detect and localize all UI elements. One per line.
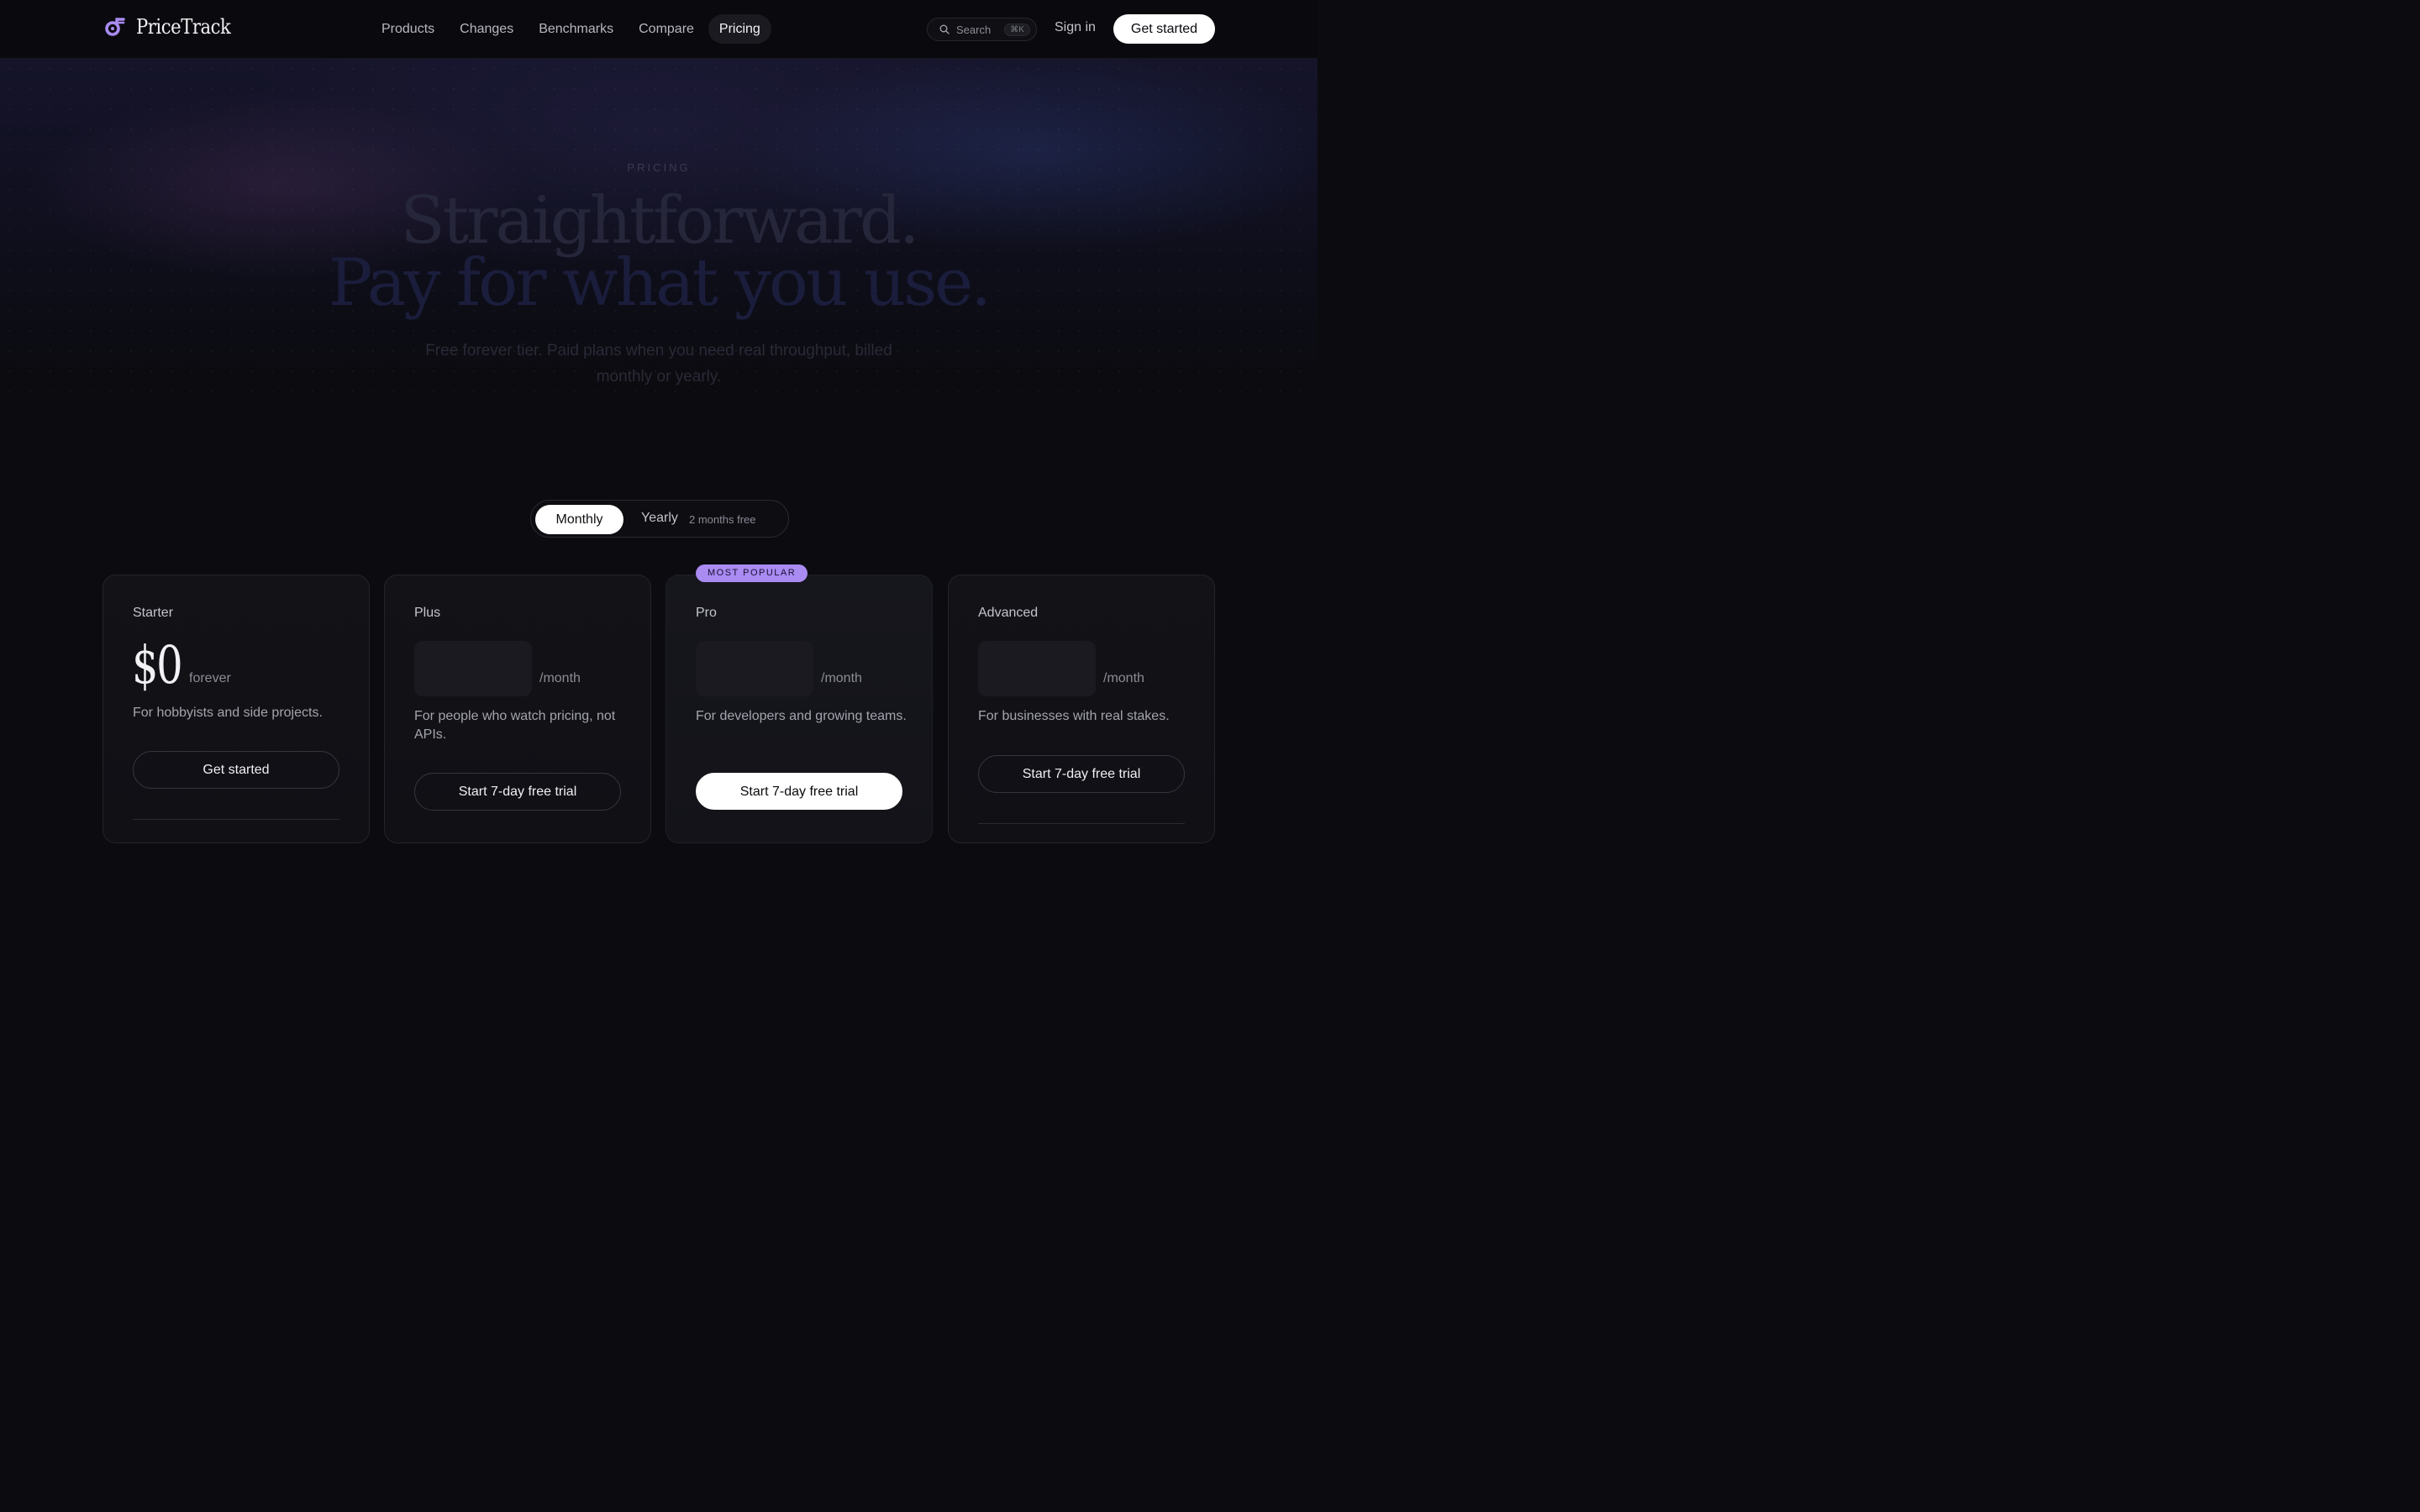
billing-monthly-option[interactable]: Monthly [535, 505, 623, 534]
top-nav: PriceTrack Products Changes Benchmarks C… [0, 0, 1318, 59]
pro-trial-button[interactable]: Start 7-day free trial [696, 773, 902, 810]
advanced-trial-button[interactable]: Start 7-day free trial [978, 755, 1185, 793]
plan-name: Advanced [978, 606, 1039, 620]
search-shortcut: ⌘K [1004, 23, 1030, 36]
most-popular-badge: MOST POPULAR [696, 564, 808, 582]
plan-name: Starter [133, 606, 174, 620]
plus-trial-button[interactable]: Start 7-day free trial [414, 773, 621, 811]
plan-price-unit: /month [539, 671, 581, 685]
card-divider [978, 823, 1185, 824]
billing-yearly-option[interactable]: Yearly [641, 511, 678, 526]
logo-mark-icon [105, 18, 125, 36]
plan-price-unit: forever [189, 671, 231, 685]
search-label: Search [956, 23, 992, 36]
nav-link-pricing[interactable]: Pricing [708, 14, 771, 44]
plan-name: Plus [414, 606, 441, 620]
plan-card-pro: Pro /month For developers and growing te… [666, 575, 933, 843]
yearly-savings-note: 2 months free [689, 513, 756, 526]
billing-toggle: Monthly Yearly 2 months free [530, 500, 789, 538]
plan-price: $0 [132, 634, 183, 696]
hero-headline-line2: Pay for what you use. [328, 245, 992, 321]
nav-link-benchmarks[interactable]: Benchmarks [528, 14, 624, 44]
price-loading-skeleton [696, 641, 813, 696]
nav-links: Products Changes Benchmarks Compare Pric… [371, 14, 775, 44]
plan-description: For developers and growing teams. [696, 709, 907, 723]
nav-link-compare[interactable]: Compare [628, 14, 705, 44]
price-loading-skeleton [414, 641, 532, 696]
plan-description: For people who watch pricing, not APIs. [414, 709, 616, 742]
plan-price-unit: /month [821, 671, 862, 685]
brand-name: PriceTrack [136, 15, 231, 39]
plan-card-advanced: Advanced /month For businesses with real… [948, 575, 1215, 843]
get-started-button[interactable]: Get started [1113, 14, 1215, 44]
plan-name: Pro [696, 606, 717, 620]
nav-link-changes[interactable]: Changes [449, 14, 524, 44]
nav-link-products[interactable]: Products [371, 14, 445, 44]
search-icon [939, 24, 950, 34]
plan-description: For businesses with real stakes. [978, 709, 1170, 723]
sign-in-link[interactable]: Sign in [1055, 20, 1096, 35]
hero-subtitle: Free forever tier. Paid plans when you n… [425, 342, 892, 386]
plan-description: For hobbyists and side projects. [133, 706, 323, 720]
card-divider [133, 819, 339, 820]
plan-price-unit: /month [1103, 671, 1144, 685]
plan-card-plus: Plus /month For people who watch pricing… [384, 575, 651, 843]
brand-logo[interactable]: PriceTrack [104, 15, 244, 39]
starter-get-started-button[interactable]: Get started [133, 751, 339, 789]
search-button[interactable]: Search ⌘K [927, 18, 1037, 41]
price-loading-skeleton [978, 641, 1096, 696]
plan-card-starter: Starter $0 forever For hobbyists and sid… [103, 575, 370, 843]
hero-eyebrow: PRICING [627, 161, 691, 174]
